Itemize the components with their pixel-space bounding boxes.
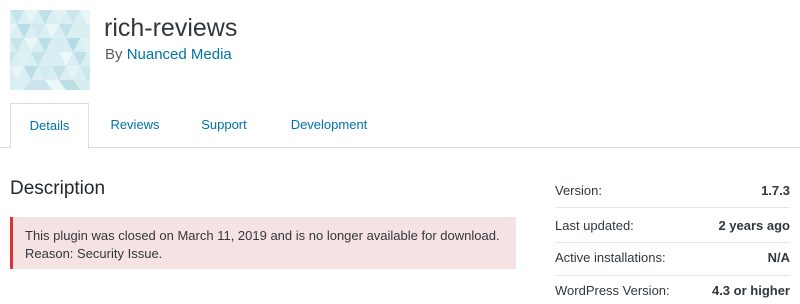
meta-row-active-installations: Active installations: N/A xyxy=(555,244,790,272)
plugin-closed-notice: This plugin was closed on March 11, 2019… xyxy=(10,217,516,269)
meta-value: 4.3 or higher xyxy=(711,283,790,298)
notice-line-1: This plugin was closed on March 11, 2019… xyxy=(25,228,500,243)
plugin-icon xyxy=(10,10,90,90)
meta-label: Last updated: xyxy=(555,218,634,233)
tab-development[interactable]: Development xyxy=(278,103,380,147)
description-heading: Description xyxy=(10,178,106,199)
meta-value: 2 years ago xyxy=(718,218,790,233)
meta-divider xyxy=(555,275,790,276)
meta-row-wordpress-version: WordPress Version: 4.3 or higher xyxy=(555,277,790,304)
tab-reviews[interactable]: Reviews xyxy=(96,103,174,147)
plugin-author-line: By Nuanced Media xyxy=(105,45,232,65)
meta-row-last-updated: Last updated: 2 years ago xyxy=(555,212,790,240)
meta-divider xyxy=(555,242,790,243)
plugin-page: rich-reviews By Nuanced Media Details Re… xyxy=(0,0,800,304)
meta-label: Version: xyxy=(555,183,602,198)
meta-divider xyxy=(555,207,790,208)
tab-details[interactable]: Details xyxy=(10,103,89,149)
meta-label: WordPress Version: xyxy=(555,283,670,298)
tabs-divider xyxy=(0,147,800,148)
plugin-title: rich-reviews xyxy=(104,14,238,42)
meta-label: Active installations: xyxy=(555,250,666,265)
meta-value: N/A xyxy=(767,250,790,265)
meta-value: 1.7.3 xyxy=(761,183,790,198)
author-prefix: By xyxy=(105,46,123,63)
tab-support[interactable]: Support xyxy=(186,103,262,147)
author-link[interactable]: Nuanced Media xyxy=(127,46,232,63)
meta-row-version: Version: 1.7.3 xyxy=(555,177,790,205)
notice-line-2: Reason: Security Issue. xyxy=(25,246,163,261)
